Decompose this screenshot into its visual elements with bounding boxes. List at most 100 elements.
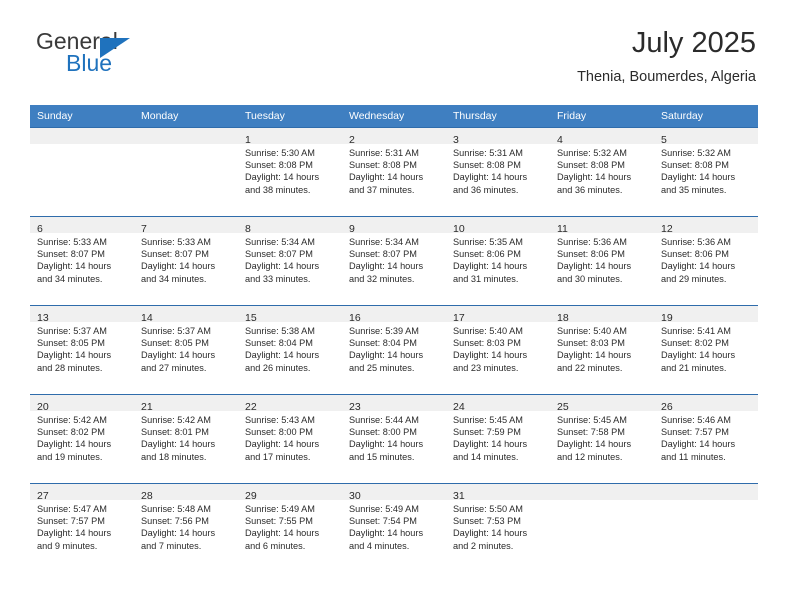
calendar-day-cell[interactable]: 5 Sunrise: 5:32 AM Sunset: 8:08 PM Daylight…: [654, 127, 758, 217]
day-number-band: 27: [30, 484, 134, 502]
calendar-day-cell[interactable]: 9 Sunrise: 5:34 AM Sunset: 8:07 PM Daylight…: [342, 216, 446, 306]
calendar-day-cell[interactable]: 24 Sunrise: 5:45 AM Sunset: 7:59 PM Dayligh…: [446, 394, 550, 484]
day-number-band: 28: [134, 484, 238, 502]
calendar-day-cell[interactable]: 4 Sunrise: 5:32 AM Sunset: 8:08 PM Daylight…: [550, 127, 654, 217]
daylight-text-line1: Daylight: 14 hours: [245, 172, 320, 183]
daylight-text-line1: Daylight: 14 hours: [245, 350, 320, 361]
calendar-week-row: 13 Sunrise: 5:37 AM Sunset: 8:05 PM Dayligh…: [30, 305, 758, 395]
sunrise-text: Sunrise: 5:32 AM: [557, 148, 627, 158]
sunrise-text: Sunrise: 5:34 AM: [349, 237, 419, 247]
calendar-day-cell[interactable]: 12 Sunrise: 5:36 AM Sunset: 8:06 PM Dayligh…: [654, 216, 758, 306]
general-blue-logo[interactable]: General Blue: [36, 28, 266, 88]
day-number-band: 19: [654, 306, 758, 324]
day-details: Sunrise: 5:44 AM Sunset: 8:00 PM Daylight:…: [342, 411, 446, 463]
daylight-text-line2: and 2 minutes.: [453, 540, 514, 551]
day-number: 19: [661, 312, 673, 324]
calendar-day-cell[interactable]: 27 Sunrise: 5:47 AM Sunset: 7:57 PM Dayligh…: [30, 483, 134, 572]
calendar-day-cell[interactable]: 14 Sunrise: 5:37 AM Sunset: 8:05 PM Dayligh…: [134, 305, 238, 395]
daylight-text-line1: Daylight: 14 hours: [453, 172, 528, 183]
day-number: 17: [453, 312, 465, 324]
sunrise-text: Sunrise: 5:34 AM: [245, 237, 315, 247]
day-number: 13: [37, 312, 49, 324]
day-number-band: 9: [342, 217, 446, 235]
calendar-day-cell[interactable]: 25 Sunrise: 5:45 AM Sunset: 7:58 PM Dayligh…: [550, 394, 654, 484]
daylight-text-line1: Daylight: 14 hours: [557, 350, 632, 361]
day-number: 29: [245, 490, 257, 502]
sunset-text: Sunset: 8:05 PM: [141, 338, 209, 349]
day-number: 26: [661, 401, 673, 413]
daylight-text-line2: and 6 minutes.: [245, 540, 306, 551]
daylight-text-line2: and 34 minutes.: [141, 273, 207, 284]
day-number-band: 25: [550, 395, 654, 413]
sunrise-text: Sunrise: 5:50 AM: [453, 504, 523, 514]
sunrise-text: Sunrise: 5:31 AM: [349, 148, 419, 158]
calendar-day-cell[interactable]: 21 Sunrise: 5:42 AM Sunset: 8:01 PM Dayligh…: [134, 394, 238, 484]
calendar-day-cell[interactable]: 13 Sunrise: 5:37 AM Sunset: 8:05 PM Dayligh…: [30, 305, 134, 395]
day-number: 12: [661, 223, 673, 235]
day-number: 5: [661, 134, 667, 146]
daylight-text-line2: and 38 minutes.: [245, 184, 311, 195]
daylight-text-line2: and 9 minutes.: [37, 540, 98, 551]
calendar-day-cell[interactable]: 7 Sunrise: 5:33 AM Sunset: 8:07 PM Daylight…: [134, 216, 238, 306]
calendar-day-cell[interactable]: 22 Sunrise: 5:43 AM Sunset: 8:00 PM Dayligh…: [238, 394, 342, 484]
day-number-band: 1: [238, 128, 342, 146]
sunrise-text: Sunrise: 5:49 AM: [245, 504, 315, 514]
sunrise-text: Sunrise: 5:40 AM: [557, 326, 627, 336]
daylight-text-line2: and 14 minutes.: [453, 451, 519, 462]
sunset-text: Sunset: 8:02 PM: [37, 427, 105, 438]
calendar-day-cell[interactable]: 26 Sunrise: 5:46 AM Sunset: 7:57 PM Dayligh…: [654, 394, 758, 484]
sunrise-text: Sunrise: 5:36 AM: [661, 237, 731, 247]
calendar-day-cell[interactable]: 8 Sunrise: 5:34 AM Sunset: 8:07 PM Daylight…: [238, 216, 342, 306]
sunset-text: Sunset: 8:07 PM: [37, 249, 105, 260]
daylight-text-line2: and 32 minutes.: [349, 273, 415, 284]
calendar-day-cell[interactable]: 28 Sunrise: 5:48 AM Sunset: 7:56 PM Dayligh…: [134, 483, 238, 572]
day-number-band: [654, 484, 758, 500]
calendar-day-cell[interactable]: 17 Sunrise: 5:40 AM Sunset: 8:03 PM Dayligh…: [446, 305, 550, 395]
sunset-text: Sunset: 7:54 PM: [349, 516, 417, 527]
calendar-day-cell[interactable]: 15 Sunrise: 5:38 AM Sunset: 8:04 PM Dayligh…: [238, 305, 342, 395]
calendar-day-cell[interactable]: 10 Sunrise: 5:35 AM Sunset: 8:06 PM Dayligh…: [446, 216, 550, 306]
daylight-text-line1: Daylight: 14 hours: [661, 261, 736, 272]
sunset-text: Sunset: 8:01 PM: [141, 427, 209, 438]
sunrise-text: Sunrise: 5:43 AM: [245, 415, 315, 425]
day-details: Sunrise: 5:31 AM Sunset: 8:08 PM Daylight:…: [342, 144, 446, 196]
daylight-text-line2: and 30 minutes.: [557, 273, 623, 284]
calendar-day-cell[interactable]: 1 Sunrise: 5:30 AM Sunset: 8:08 PM Daylight…: [238, 127, 342, 217]
daylight-text-line1: Daylight: 14 hours: [453, 350, 528, 361]
sunrise-text: Sunrise: 5:30 AM: [245, 148, 315, 158]
sunrise-text: Sunrise: 5:44 AM: [349, 415, 419, 425]
calendar-day-cell[interactable]: 6 Sunrise: 5:33 AM Sunset: 8:07 PM Daylight…: [30, 216, 134, 306]
daylight-text-line2: and 11 minutes.: [661, 451, 726, 462]
daylight-text-line1: Daylight: 14 hours: [141, 350, 216, 361]
calendar-week-row: 1 Sunrise: 5:30 AM Sunset: 8:08 PM Daylight…: [30, 127, 758, 217]
day-number: 6: [37, 223, 43, 235]
calendar-week-row: 20 Sunrise: 5:42 AM Sunset: 8:02 PM Dayligh…: [30, 394, 758, 484]
calendar-day-cell[interactable]: 29 Sunrise: 5:49 AM Sunset: 7:55 PM Dayligh…: [238, 483, 342, 572]
calendar-week-row: 27 Sunrise: 5:47 AM Sunset: 7:57 PM Dayligh…: [30, 483, 758, 572]
daylight-text-line1: Daylight: 14 hours: [37, 439, 112, 450]
day-number: 9: [349, 223, 355, 235]
calendar-day-cell[interactable]: 30 Sunrise: 5:49 AM Sunset: 7:54 PM Dayligh…: [342, 483, 446, 572]
day-number: 23: [349, 401, 361, 413]
daylight-text-line1: Daylight: 14 hours: [245, 439, 320, 450]
calendar-day-cell[interactable]: 11 Sunrise: 5:36 AM Sunset: 8:06 PM Dayligh…: [550, 216, 654, 306]
weekday-header-friday: Friday: [550, 105, 654, 128]
calendar-day-cell[interactable]: 31 Sunrise: 5:50 AM Sunset: 7:53 PM Dayligh…: [446, 483, 550, 572]
calendar-day-cell[interactable]: 20 Sunrise: 5:42 AM Sunset: 8:02 PM Dayligh…: [30, 394, 134, 484]
day-details: Sunrise: 5:36 AM Sunset: 8:06 PM Daylight:…: [550, 233, 654, 285]
calendar-day-cell[interactable]: 3 Sunrise: 5:31 AM Sunset: 8:08 PM Daylight…: [446, 127, 550, 217]
sunset-text: Sunset: 7:56 PM: [141, 516, 209, 527]
calendar-day-cell[interactable]: 2 Sunrise: 5:31 AM Sunset: 8:08 PM Daylight…: [342, 127, 446, 217]
day-number: 3: [453, 134, 459, 146]
daylight-text-line1: Daylight: 14 hours: [37, 350, 112, 361]
calendar-day-cell[interactable]: 18 Sunrise: 5:40 AM Sunset: 8:03 PM Dayligh…: [550, 305, 654, 395]
day-details: Sunrise: 5:50 AM Sunset: 7:53 PM Daylight:…: [446, 500, 550, 552]
day-number-band: 12: [654, 217, 758, 235]
day-number: 24: [453, 401, 465, 413]
day-number: 20: [37, 401, 49, 413]
calendar-day-cell[interactable]: 23 Sunrise: 5:44 AM Sunset: 8:00 PM Dayligh…: [342, 394, 446, 484]
calendar-day-cell[interactable]: 19 Sunrise: 5:41 AM Sunset: 8:02 PM Dayligh…: [654, 305, 758, 395]
calendar-week-row: 6 Sunrise: 5:33 AM Sunset: 8:07 PM Daylight…: [30, 216, 758, 306]
weekday-header-saturday: Saturday: [654, 105, 758, 128]
calendar-day-cell[interactable]: 16 Sunrise: 5:39 AM Sunset: 8:04 PM Dayligh…: [342, 305, 446, 395]
